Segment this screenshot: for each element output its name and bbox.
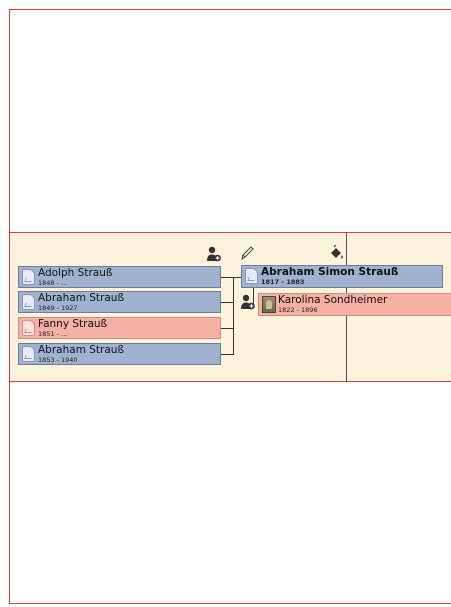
focus-person-name: Abraham Simon Strauß [261,266,399,278]
spouse-card[interactable]: Karolina Sondheimer 1822 - 1896 [258,293,451,316]
placeholder-photo-icon [22,294,35,310]
child-dates: 1849 - 1927 [38,304,78,312]
portrait-photo [262,296,276,313]
child-dates: 1853 - 1940 [38,356,78,364]
child-card-1[interactable]: Adolph Strauß 1848 - ... [18,266,221,288]
add-person-icon[interactable] [207,246,221,262]
placeholder-photo-icon [22,320,35,336]
placeholder-photo-icon [22,269,35,285]
child-name: Abraham Strauß [38,344,125,356]
lower-empty-panel [9,381,451,604]
child-name: Fanny Strauß [38,318,108,330]
child-card-4[interactable]: Abraham Strauß 1853 - 1940 [18,343,221,365]
child-name: Abraham Strauß [38,292,125,304]
connector-line [233,277,234,355]
pencil-icon[interactable] [240,245,254,261]
focus-person-card[interactable]: Abraham Simon Strauß 1817 - 1883 [241,265,443,288]
add-person-icon[interactable] [241,294,255,310]
connector-line [221,328,233,329]
spouse-dates: 1822 - 1896 [278,306,318,314]
placeholder-photo-icon [245,268,258,284]
child-dates: 1851 - ... [38,330,68,338]
upper-empty-panel [9,9,451,233]
child-name: Adolph Strauß [38,267,113,279]
connector-line [221,277,233,278]
placeholder-photo-icon [22,346,35,362]
child-card-2[interactable]: Abraham Strauß 1849 - 1927 [18,291,221,313]
spouse-name: Karolina Sondheimer [278,294,388,306]
child-dates: 1848 - ... [38,279,68,287]
paint-bucket-icon[interactable] [329,245,345,261]
connector-line [233,277,241,278]
child-card-3[interactable]: Fanny Strauß 1851 - ... [18,317,221,339]
connector-line [221,354,233,355]
focus-person-dates: 1817 - 1883 [261,278,305,286]
connector-line [221,302,233,303]
